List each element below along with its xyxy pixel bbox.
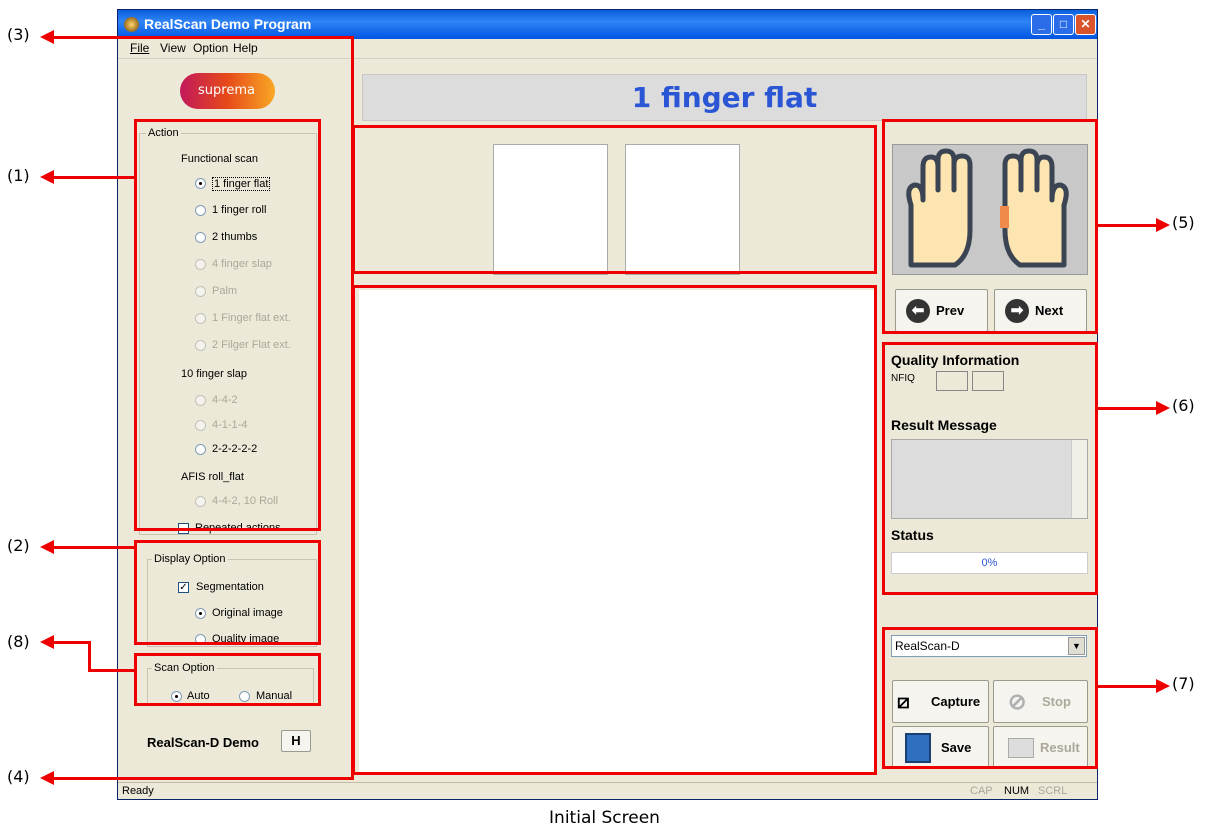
minimize-button[interactable]: _ [1031, 14, 1052, 35]
arrow-line-4 [52, 777, 354, 780]
arrow-head-4 [40, 771, 54, 785]
callout-3: (3) [7, 25, 30, 44]
menu-view[interactable]: View [160, 41, 186, 55]
arrow-line-8c [88, 669, 134, 672]
arrow-line-3 [52, 36, 354, 39]
arrow-line-5 [1098, 224, 1156, 227]
callout-4: (4) [7, 767, 30, 786]
arrow-line-8a [52, 641, 90, 644]
arrow-head-3 [40, 30, 54, 44]
highlight-box-8 [134, 653, 321, 706]
device-label: RealScan-D Demo [147, 735, 259, 750]
highlight-box-1 [134, 119, 321, 531]
callout-8: (8) [7, 632, 30, 651]
arrow-line-8b [88, 641, 91, 672]
arrow-line-6 [1098, 407, 1156, 410]
arrow-line-2 [52, 546, 134, 549]
maximize-button[interactable]: □ [1053, 14, 1074, 35]
callout-1: (1) [7, 166, 30, 185]
highlight-box-5 [882, 119, 1098, 334]
title-bar[interactable]: RealScan Demo Program _ □ ✕ [118, 10, 1097, 39]
suprema-logo: suprema [180, 73, 275, 109]
h-button[interactable]: H [281, 730, 311, 752]
divider-line-3-4 [351, 36, 354, 780]
scrl-indicator: SCRL [1038, 785, 1068, 797]
num-indicator: NUM [1004, 785, 1030, 797]
cap-indicator: CAP [970, 785, 993, 797]
highlight-box-main [352, 285, 877, 775]
menu-bar: File View Option Help [118, 39, 1097, 59]
app-icon [124, 17, 139, 32]
highlight-box-6 [882, 342, 1098, 595]
close-button[interactable]: ✕ [1075, 14, 1096, 35]
callout-2: (2) [7, 536, 30, 555]
window-title: RealScan Demo Program [144, 16, 312, 32]
menu-file[interactable]: File [130, 41, 149, 55]
caption: Initial Screen [549, 808, 660, 828]
arrow-head-7 [1156, 679, 1170, 693]
menu-option[interactable]: Option [193, 41, 228, 55]
highlight-box-7 [882, 627, 1098, 769]
status-text: Ready [122, 785, 154, 797]
logo-text: suprema [198, 83, 255, 98]
arrow-line-1 [52, 176, 134, 179]
callout-5: (5) [1172, 213, 1195, 232]
highlight-box-thumbs [352, 125, 877, 274]
menu-help[interactable]: Help [233, 41, 258, 55]
callout-6: (6) [1172, 396, 1195, 415]
highlight-box-2 [134, 540, 321, 645]
arrow-head-5 [1156, 218, 1170, 232]
arrow-line-7 [1098, 685, 1156, 688]
status-bar: Ready CAP NUM SCRL [118, 782, 1097, 799]
callout-7: (7) [1172, 674, 1195, 693]
mode-title-bar: 1 finger flat [362, 74, 1087, 121]
mode-title: 1 finger flat [631, 81, 818, 114]
arrow-head-6 [1156, 401, 1170, 415]
